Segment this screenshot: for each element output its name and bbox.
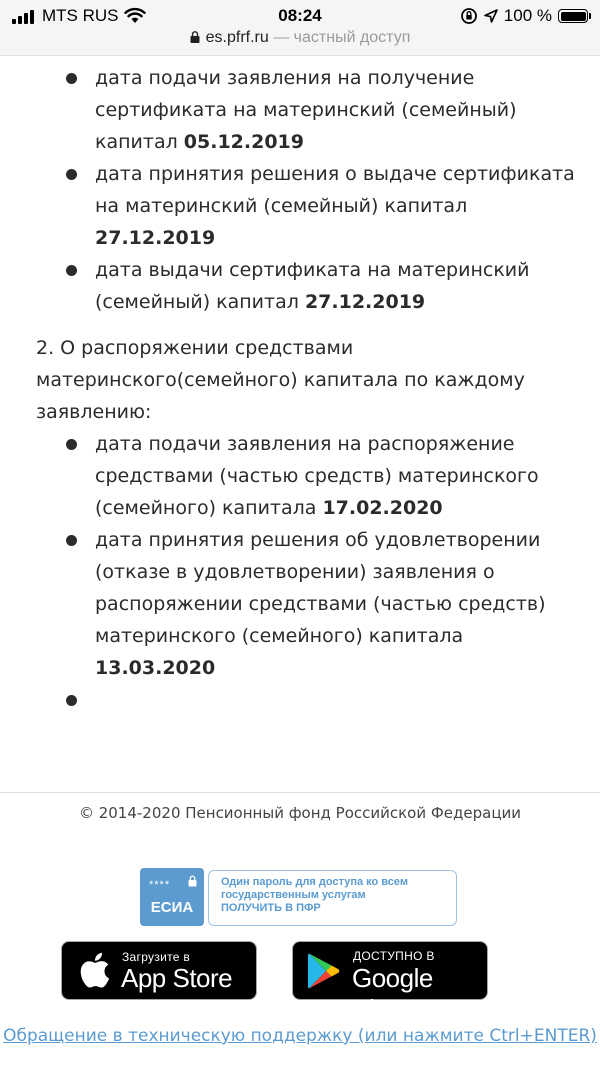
- google-play-icon: [308, 953, 340, 989]
- bullet-dot: [66, 439, 77, 450]
- support-link[interactable]: Обращение в техническую поддержку (или н…: [0, 1026, 600, 1046]
- list-item-date: 13.03.2020: [95, 657, 216, 679]
- location-arrow-icon: [483, 9, 498, 23]
- bullet-dot: [66, 535, 77, 546]
- esia-banner[interactable]: **** ЕСИА Один пароль для доступа ко все…: [140, 868, 458, 926]
- app-store-big-label: App Store: [121, 963, 233, 993]
- esia-line-1: Один пароль для доступа ко всем: [221, 876, 409, 888]
- url-subtitle: — частный доступ: [273, 29, 411, 46]
- google-play-button[interactable]: ДОСТУПНО В Google Play: [292, 941, 488, 1024]
- lock-icon: [188, 875, 197, 887]
- disposal-dates-list: дата подачи заявления на распоряжение ср…: [36, 428, 576, 716]
- list-item: дата принятия решения об удовлетворении …: [36, 524, 576, 684]
- list-item-date: 27.12.2019: [95, 227, 216, 249]
- section-heading: 2. О распоряжении средствами материнског…: [36, 337, 525, 423]
- list-item: дата выдачи сертификата на материнский (…: [36, 254, 576, 318]
- list-item-text: дата подачи заявления на получение серти…: [95, 67, 517, 153]
- app-store-small-label: Загрузите в: [122, 950, 191, 964]
- footer-divider: [0, 792, 600, 793]
- battery-percent: 100 %: [503, 6, 552, 25]
- list-item-date: 27.12.2019: [304, 291, 426, 313]
- list-item-date: 05.12.2019: [183, 131, 304, 153]
- list-item-text: дата принятия решения о выдаче сертифика…: [95, 163, 575, 217]
- list-item: [36, 684, 576, 716]
- list-item: дата подачи заявления на получение серти…: [36, 62, 576, 158]
- certificate-dates-list: дата подачи заявления на получение серти…: [36, 62, 576, 318]
- lock-icon: [190, 31, 200, 43]
- esia-name: ЕСИА: [150, 899, 194, 916]
- url-bar[interactable]: es.pfrf.ru — частный доступ: [0, 29, 600, 47]
- esia-logo: **** ЕСИА: [140, 868, 204, 926]
- list-item: дата принятия решения о выдаче сертифика…: [36, 158, 576, 254]
- esia-info-box[interactable]: Один пароль для доступа ко всем государс…: [208, 870, 457, 926]
- battery-icon: [558, 9, 591, 23]
- google-play-big-label: Google Play: [352, 963, 433, 1024]
- google-play-small-label: ДОСТУПНО В: [353, 949, 435, 963]
- esia-stars: ****: [149, 879, 171, 891]
- list-item: дата подачи заявления на распоряжение ср…: [36, 428, 576, 524]
- copyright-text: © 2014-2020 Пенсионный фонд Российской Ф…: [78, 804, 522, 822]
- esia-get-link[interactable]: ПОЛУЧИТЬ В ПФР: [221, 902, 456, 915]
- status-bar: MTS RUS 08:24 100 % es.pfrf.ru — частный…: [0, 0, 600, 56]
- url-domain: es.pfrf.ru: [205, 29, 269, 46]
- app-store-button[interactable]: Загрузите в App Store: [61, 941, 257, 1000]
- list-item-text: дата подачи заявления на распоряжение ср…: [95, 433, 539, 519]
- apple-icon: [80, 952, 110, 988]
- rotation-lock-icon: [460, 8, 477, 24]
- bullet-dot: [66, 73, 77, 84]
- list-item-date: 17.02.2020: [322, 497, 443, 519]
- bullet-dot: [66, 169, 77, 180]
- esia-line-2: государственным услугам: [221, 889, 366, 901]
- list-item-text: дата принятия решения об удовлетворении …: [95, 529, 546, 647]
- bullet-dot: [66, 695, 77, 706]
- bullet-dot: [66, 265, 77, 276]
- main-content: дата подачи заявления на получение серти…: [36, 62, 576, 716]
